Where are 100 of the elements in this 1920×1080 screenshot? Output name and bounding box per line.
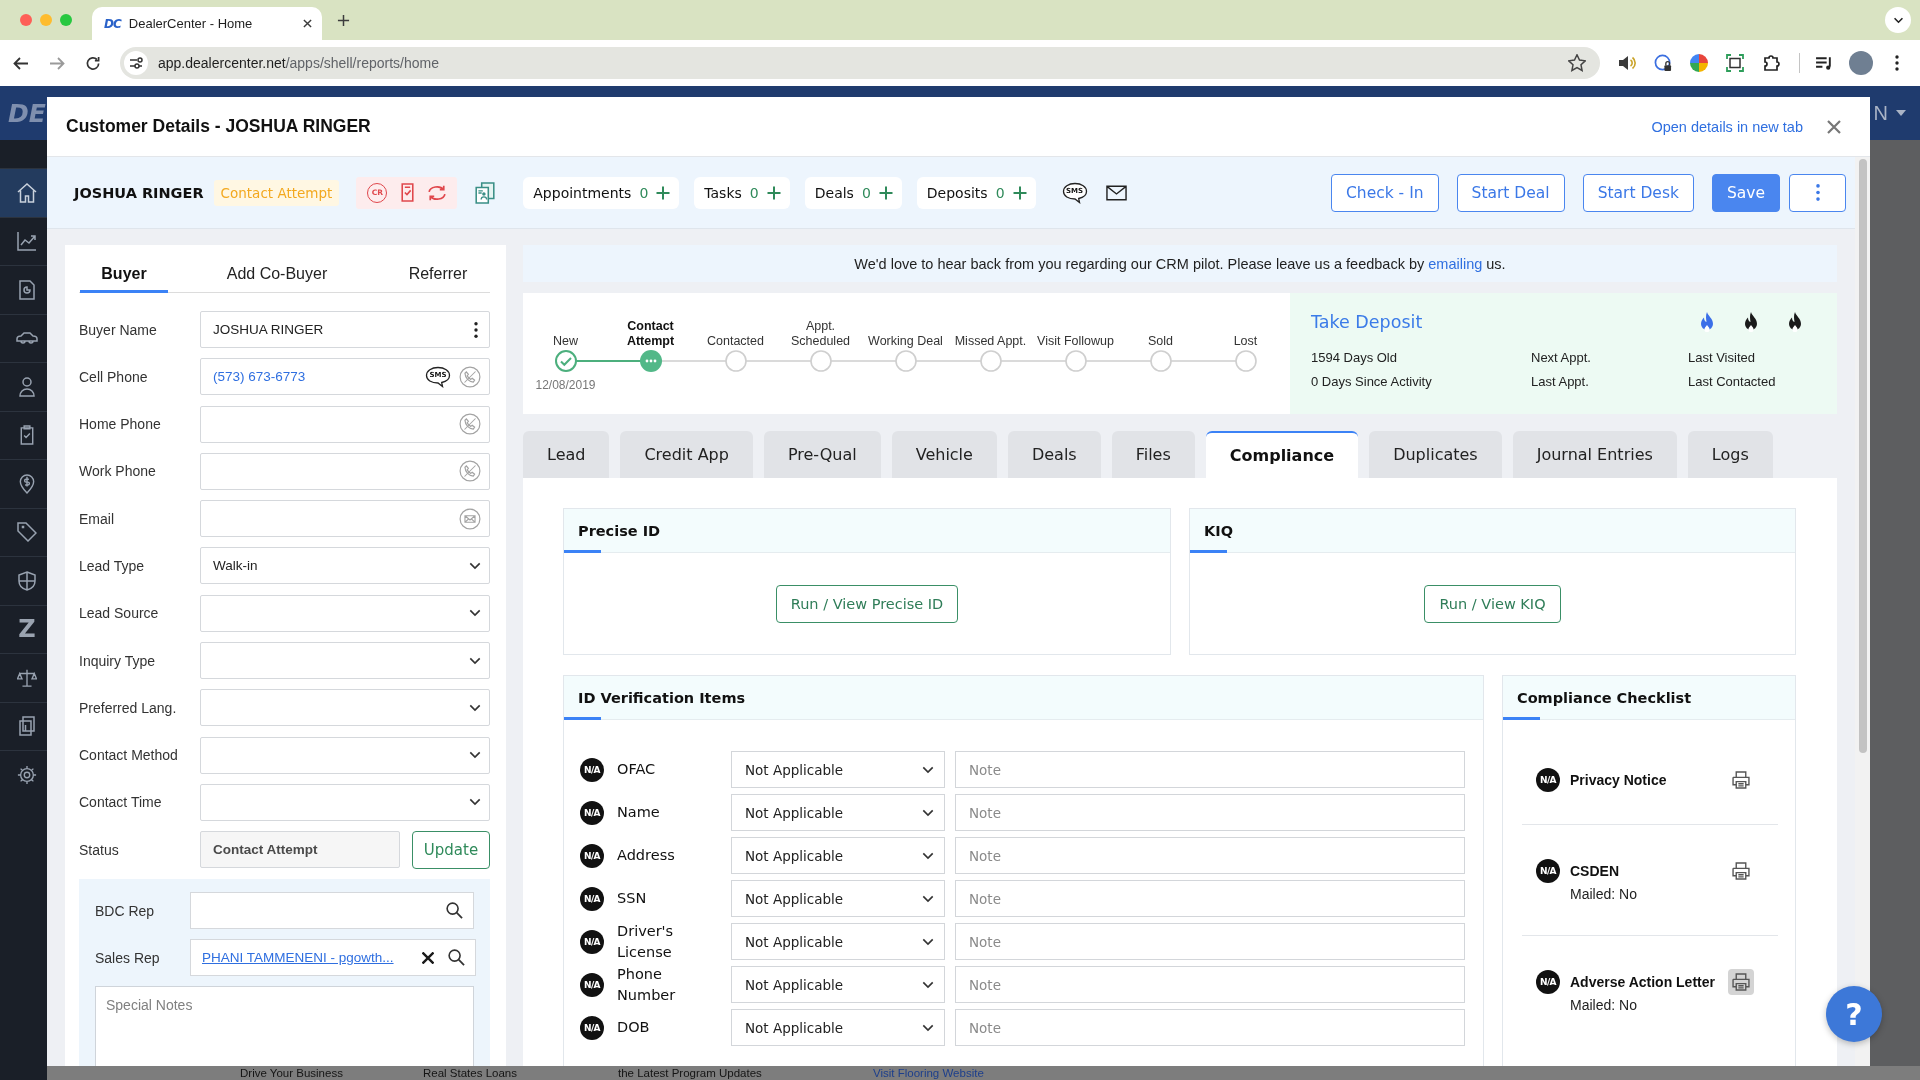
close-icon[interactable]: [303, 19, 312, 28]
documents-icon[interactable]: [475, 181, 496, 204]
record-tab[interactable]: Pre-Qual: [763, 431, 881, 478]
notes-field[interactable]: Special Notes: [95, 986, 474, 1066]
speaker-icon[interactable]: [1618, 54, 1636, 72]
user-menu-text[interactable]: N: [1873, 101, 1888, 125]
update-button[interactable]: Update: [412, 830, 490, 869]
address-bar[interactable]: app.dealercenter.net/apps/shell/reports/home: [120, 47, 1600, 79]
phone-icon[interactable]: [459, 460, 481, 483]
note-field[interactable]: Note: [955, 1009, 1465, 1046]
kebab-icon[interactable]: [474, 321, 478, 338]
record-tab[interactable]: Lead: [523, 431, 610, 478]
action-button[interactable]: Start Deal: [1456, 173, 1565, 212]
checklist-icon[interactable]: [401, 183, 415, 202]
phone-field[interactable]: [200, 405, 490, 443]
color-wheel-icon[interactable]: [1690, 54, 1708, 72]
plus-icon[interactable]: [766, 185, 781, 200]
action-button[interactable]: Start Desk: [1582, 173, 1694, 212]
plus-icon[interactable]: [1012, 185, 1027, 200]
rep-field[interactable]: [190, 892, 474, 930]
reload-icon[interactable]: [85, 55, 101, 71]
phone-icon[interactable]: [459, 365, 481, 388]
rep-link[interactable]: PHANI TAMMENENI - pgowth...: [202, 950, 394, 966]
select-field[interactable]: Not Applicable: [731, 751, 945, 788]
email-field[interactable]: [200, 500, 490, 538]
select-field[interactable]: [200, 594, 490, 632]
select-field[interactable]: [200, 736, 490, 774]
select-field[interactable]: [200, 689, 490, 727]
text-field[interactable]: JOSHUA RINGER: [200, 311, 490, 348]
record-tab[interactable]: Compliance: [1205, 431, 1359, 478]
bookmark-star-icon[interactable]: [1568, 54, 1586, 72]
record-tab[interactable]: Vehicle: [891, 431, 997, 478]
phone-link[interactable]: (573) 673-6773: [213, 369, 306, 385]
exchange-icon[interactable]: [428, 183, 447, 202]
search-icon[interactable]: [446, 902, 463, 920]
record-tab[interactable]: Files: [1111, 431, 1195, 478]
more-button[interactable]: [1789, 173, 1846, 212]
record-tab[interactable]: Credit App: [620, 431, 753, 478]
select-field[interactable]: [200, 783, 490, 821]
plus-icon[interactable]: [337, 13, 350, 27]
note-field[interactable]: Note: [955, 794, 1465, 831]
search-icon[interactable]: [447, 949, 465, 967]
envelope-icon[interactable]: [459, 507, 481, 530]
kebab-menu-icon[interactable]: [1895, 55, 1899, 71]
record-tab[interactable]: Deals: [1007, 431, 1101, 478]
record-tab[interactable]: Journal Entries: [1512, 431, 1677, 478]
sidebar-button[interactable]: [0, 168, 47, 217]
select-field[interactable]: Not Applicable: [731, 923, 945, 960]
select-field[interactable]: Not Applicable: [731, 880, 945, 917]
clear-icon[interactable]: [421, 951, 434, 964]
select-field[interactable]: Walk-in: [200, 547, 490, 585]
action-button[interactable]: Check - In: [1331, 173, 1439, 212]
select-field[interactable]: [200, 642, 490, 680]
record-tab[interactable]: Logs: [1687, 431, 1773, 478]
run-button[interactable]: Run / View Precise ID: [775, 584, 959, 623]
note-field[interactable]: Note: [955, 966, 1465, 1003]
chevron-down-icon: [922, 765, 934, 774]
plus-icon[interactable]: [878, 185, 893, 200]
frame-icon[interactable]: [1726, 54, 1744, 72]
email-link[interactable]: emailing: [1428, 255, 1483, 272]
scrollbar-thumb[interactable]: [1859, 159, 1867, 753]
note-field[interactable]: Note: [955, 751, 1465, 788]
print-button[interactable]: [1728, 969, 1754, 995]
phone-icon[interactable]: [459, 413, 481, 436]
rep-field[interactable]: PHANI TAMMENENI - pgowth...: [190, 939, 476, 977]
dots-circle-icon[interactable]: [639, 350, 662, 372]
caret-down-icon[interactable]: [1896, 110, 1906, 116]
puzzle-icon[interactable]: [1762, 54, 1780, 72]
profile-avatar[interactable]: [1849, 51, 1873, 75]
check-circle-icon[interactable]: [554, 350, 577, 372]
run-button[interactable]: Run / View KIQ: [1424, 584, 1561, 623]
select-field[interactable]: Not Applicable: [731, 1009, 945, 1046]
browser-tab[interactable]: DC DealerCenter - Home: [92, 7, 322, 40]
select-field[interactable]: Not Applicable: [731, 966, 945, 1003]
forward-icon[interactable]: [49, 55, 65, 71]
lock-icon[interactable]: [1654, 54, 1672, 72]
back-icon[interactable]: [13, 55, 29, 71]
item-label: Address: [617, 846, 675, 865]
panel-tab[interactable]: Add Co-Buyer: [168, 257, 386, 293]
window-close-button[interactable]: [20, 14, 32, 26]
take-deposit-link[interactable]: Take Deposit: [1311, 312, 1423, 332]
mail-icon[interactable]: [1105, 184, 1127, 201]
media-list-icon[interactable]: [1815, 55, 1833, 71]
status-badge: N/A: [580, 929, 604, 954]
note-field[interactable]: Note: [955, 880, 1465, 917]
open-in-new-tab-link[interactable]: Open details in new tab: [1651, 118, 1803, 135]
flame-icon[interactable]: [1745, 312, 1757, 332]
note-field[interactable]: Note: [955, 837, 1465, 874]
site-settings-icon[interactable]: [124, 51, 148, 75]
flame-icon[interactable]: [1789, 312, 1801, 332]
panel-tab[interactable]: Referrer: [386, 257, 490, 293]
save-button[interactable]: Save: [1711, 173, 1780, 212]
tab-list-button[interactable]: [1885, 7, 1911, 33]
select-field[interactable]: Not Applicable: [731, 837, 945, 874]
plus-icon[interactable]: [656, 185, 671, 200]
record-tab[interactable]: Duplicates: [1369, 431, 1502, 478]
panel-tab[interactable]: Buyer: [80, 257, 168, 293]
select-field[interactable]: Not Applicable: [731, 794, 945, 831]
note-field[interactable]: Note: [955, 923, 1465, 960]
phone-field[interactable]: [200, 452, 490, 490]
